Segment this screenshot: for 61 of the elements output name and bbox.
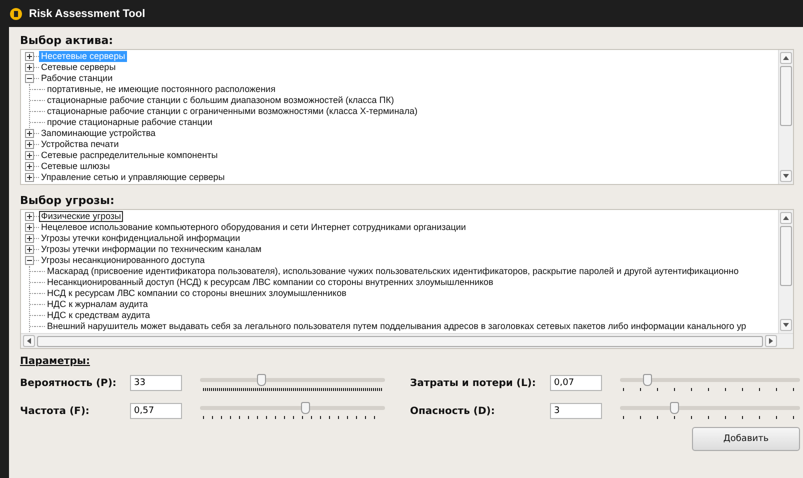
expand-icon[interactable] bbox=[25, 223, 34, 232]
tree-item[interactable]: Запоминающие устройства bbox=[39, 128, 158, 139]
expand-icon[interactable] bbox=[25, 151, 34, 160]
expand-icon[interactable] bbox=[25, 162, 34, 171]
tree-item[interactable]: портативные, не имеющие постоянного расположения bbox=[45, 84, 278, 95]
scroll-down-icon[interactable] bbox=[780, 319, 792, 331]
horizontal-scrollbar[interactable] bbox=[21, 333, 793, 348]
scroll-right-icon[interactable] bbox=[765, 335, 777, 347]
tree-item[interactable]: Нецелевое использование компьютерного оборудования и сети Интернет сотрудниками организации bbox=[39, 222, 468, 233]
tree-item[interactable]: Несанкционированный доступ (НСД) к ресурсам ЛВС компании со стороны внутренних злоумышленников bbox=[45, 277, 496, 288]
parameter-label: Затраты и потери (L): bbox=[410, 378, 537, 388]
add-button[interactable]: Добавить bbox=[692, 427, 800, 451]
parameter-label: Вероятность (P): bbox=[20, 378, 118, 388]
parameter-input[interactable]: 0,07 bbox=[550, 375, 602, 391]
vertical-scrollbar[interactable] bbox=[778, 50, 793, 184]
expand-icon[interactable] bbox=[25, 52, 34, 61]
expand-icon[interactable] bbox=[25, 212, 34, 221]
tree-item[interactable]: стационарные рабочие станции с большим диапазоном возможностей (класса ПК) bbox=[45, 95, 396, 106]
expand-icon[interactable] bbox=[25, 63, 34, 72]
collapse-icon[interactable] bbox=[25, 256, 34, 265]
scroll-up-icon[interactable] bbox=[780, 52, 792, 64]
tree-item[interactable]: Управление сетью и управляющие серверы bbox=[39, 172, 227, 183]
tree-item[interactable]: прочие стационарные рабочие станции bbox=[45, 117, 214, 128]
tree-item[interactable]: Рабочие станции bbox=[39, 73, 115, 84]
collapse-icon[interactable] bbox=[25, 74, 34, 83]
parameter-label: Опасность (D): bbox=[410, 406, 496, 416]
expand-icon[interactable] bbox=[25, 245, 34, 254]
expand-icon[interactable] bbox=[25, 140, 34, 149]
expand-icon[interactable] bbox=[25, 234, 34, 243]
window-title: Risk Assessment Tool bbox=[29, 8, 146, 20]
parameter-label: Частота (F): bbox=[20, 406, 90, 416]
section-title: Выбор угрозы: bbox=[20, 192, 116, 208]
slider-thumb[interactable] bbox=[643, 374, 652, 386]
tree-item[interactable]: Маскарад (присвоение идентификатора пользователя), использование чужих пользовательских идентификаторов, раскрытие паролей и другой аутентификационно bbox=[45, 266, 741, 277]
tree-item[interactable]: Угрозы утечки конфиденциальной информации bbox=[39, 233, 242, 244]
tree-item[interactable]: Внешний нарушитель может выдавать себя за легального пользователя путем подделывания адресов в заголовках сетевых пакетов либо информации канального ур bbox=[45, 321, 748, 332]
expand-icon[interactable] bbox=[25, 129, 34, 138]
tree-item[interactable]: НДС к журналам аудита bbox=[45, 299, 150, 310]
expand-icon[interactable] bbox=[25, 173, 34, 182]
section-title: Выбор актива: bbox=[20, 32, 114, 48]
tree-item[interactable]: Сетевые распределительные компоненты bbox=[39, 150, 220, 161]
scroll-left-icon[interactable] bbox=[23, 335, 35, 347]
tree-item[interactable]: стационарные рабочие станции с ограниченными возможностями (класса X-терминала) bbox=[45, 106, 420, 117]
tree-item[interactable]: Угрозы утечки информации по техническим каналам bbox=[39, 244, 264, 255]
tree-item[interactable]: Угрозы несанкционированного доступа bbox=[39, 255, 207, 266]
parameter-input[interactable]: 0,57 bbox=[130, 403, 182, 419]
scroll-down-icon[interactable] bbox=[780, 170, 792, 182]
parameter-input[interactable]: 33 bbox=[130, 375, 182, 391]
tree-item[interactable]: Физические угрозы bbox=[39, 211, 123, 222]
section-title: Параметры: bbox=[20, 355, 90, 369]
scroll-up-icon[interactable] bbox=[780, 212, 792, 224]
tree-item[interactable]: Устройства печати bbox=[39, 139, 121, 150]
parameter-input[interactable]: 3 bbox=[550, 403, 602, 419]
slider-thumb[interactable] bbox=[670, 402, 679, 414]
tree-item[interactable]: Сетевые серверы bbox=[39, 62, 118, 73]
tree-item[interactable]: НСД к ресурсам ЛВС компании со стороны внешних злоумышленников bbox=[45, 288, 348, 299]
vertical-scrollbar[interactable] bbox=[778, 210, 793, 333]
tree-item[interactable]: НДС к средствам аудита bbox=[45, 310, 152, 321]
tree-item[interactable]: Сетевые шлюзы bbox=[39, 161, 112, 172]
slider-thumb[interactable] bbox=[301, 402, 310, 414]
slider-thumb[interactable] bbox=[257, 374, 266, 386]
